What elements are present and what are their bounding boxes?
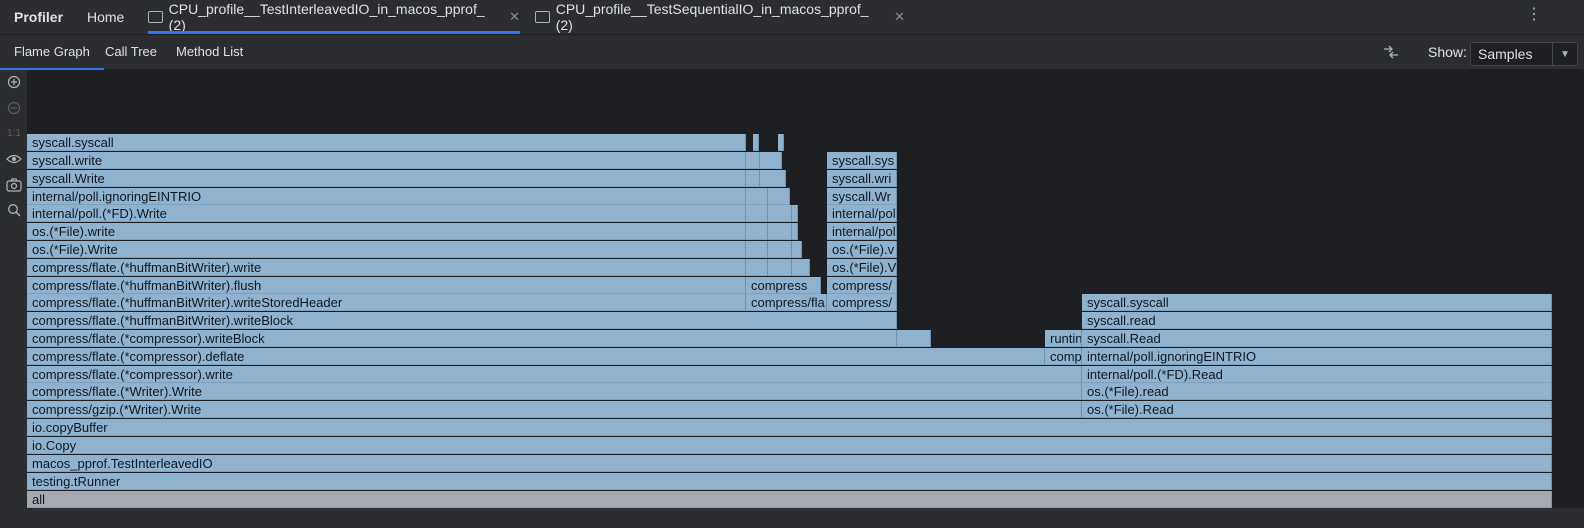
tab-method-list[interactable]: Method List <box>176 44 243 59</box>
flame-frame[interactable] <box>778 134 784 151</box>
flame-frame[interactable]: syscall.read <box>1082 312 1552 329</box>
flame-frame[interactable]: compress/ <box>827 277 897 294</box>
flame-frame[interactable] <box>746 170 760 187</box>
profiler-toolbar: Flame Graph Call Tree Method List Show: <box>0 35 1584 70</box>
flame-frame[interactable]: testing.tRunner <box>27 473 1552 490</box>
collapse-arrows-icon[interactable] <box>1382 43 1400 66</box>
flame-frame[interactable]: internal/poll.(*FD).Read <box>1082 366 1552 383</box>
flame-frame[interactable]: compress/flate.(*huffmanBitWriter).write <box>27 259 746 276</box>
flame-frame[interactable]: os.(*File).Read <box>1082 401 1552 418</box>
flame-frame[interactable] <box>768 205 792 222</box>
flame-frame[interactable] <box>768 259 792 276</box>
show-select[interactable]: Samples ▼ <box>1470 42 1578 66</box>
flame-frame[interactable]: compress/flate.(*huffmanBitWriter).write… <box>27 294 746 311</box>
flame-frame[interactable] <box>746 188 768 205</box>
flame-frame[interactable]: os.(*File).write <box>27 223 746 240</box>
folder-icon <box>535 11 550 23</box>
tab-sequential-profile[interactable]: CPU_profile__TestSequentialIO_in_macos_p… <box>535 0 905 34</box>
flame-frame[interactable]: internal/poll <box>827 223 897 240</box>
show-label: Show: <box>1428 44 1467 60</box>
flame-frame[interactable] <box>746 205 768 222</box>
bottom-strip <box>0 508 1584 528</box>
more-options-icon[interactable]: ⋮ <box>1526 6 1542 24</box>
flame-frame[interactable] <box>746 259 768 276</box>
flame-frame[interactable]: compress/flate.(*huffmanBitWriter).write… <box>27 312 897 329</box>
search-icon[interactable] <box>6 203 22 219</box>
flame-frame[interactable]: compress/flate.(*compressor).write <box>27 366 1082 383</box>
flame-frame[interactable]: internal/poll.(*FD).Write <box>27 205 746 222</box>
flame-frame[interactable] <box>768 223 792 240</box>
close-icon[interactable]: ✕ <box>894 9 905 25</box>
flame-frame[interactable]: compress <box>746 277 821 294</box>
flame-frame[interactable]: os.(*File).v <box>827 241 897 258</box>
flame-frame[interactable] <box>753 134 759 151</box>
profiler-header: Profiler Home CPU_profile__TestInterleav… <box>0 0 1584 35</box>
show-select-value: Samples <box>1478 46 1533 62</box>
flame-frame[interactable]: syscall.Write <box>27 170 746 187</box>
flame-frame[interactable] <box>768 241 792 258</box>
flame-frame[interactable]: syscall.Wr <box>827 188 897 205</box>
flame-frame[interactable]: syscall.write <box>27 152 746 169</box>
flame-frame[interactable]: syscall.syscall <box>27 134 746 151</box>
flame-frame[interactable]: compress/ <box>827 294 897 311</box>
flame-frame[interactable] <box>792 223 798 240</box>
flame-frame[interactable]: syscall.sys <box>827 152 897 169</box>
zoom-in-icon[interactable] <box>6 75 22 91</box>
flame-frame[interactable]: syscall.wri <box>827 170 897 187</box>
flame-frame[interactable] <box>792 205 798 222</box>
flame-graph-side-toolbar: 1:1 <box>0 70 27 528</box>
flame-frame[interactable]: runtin <box>1045 330 1082 347</box>
close-icon[interactable]: ✕ <box>509 9 520 25</box>
flame-frame[interactable]: os.(*File).V <box>827 259 897 276</box>
flame-frame[interactable]: compress/flate.(*compressor).deflate <box>27 348 1045 365</box>
flame-frame[interactable]: io.Copy <box>27 437 1552 454</box>
profiler-title: Profiler <box>14 9 64 25</box>
zoom-out-icon[interactable] <box>6 101 22 117</box>
tab-interleaved-profile[interactable]: CPU_profile__TestInterleavedIO_in_macos_… <box>148 0 520 34</box>
flame-frame[interactable]: os.(*File).Write <box>27 241 746 258</box>
flame-frame[interactable]: compress/flate.(*huffmanBitWriter).flush <box>27 277 746 294</box>
flame-frame[interactable]: syscall.syscall <box>1082 294 1552 311</box>
chevron-down-icon[interactable]: ▼ <box>1552 43 1577 65</box>
folder-icon <box>148 11 163 23</box>
tab-flame-graph[interactable]: Flame Graph <box>0 44 104 70</box>
flame-frame[interactable] <box>792 241 802 258</box>
flame-frame[interactable]: syscall.Read <box>1082 330 1552 347</box>
flame-frame[interactable]: all <box>27 491 1552 508</box>
flame-frame[interactable]: compress/gzip.(*Writer).Write <box>27 401 1082 418</box>
flame-frame[interactable]: compress/flate.(*Writer).Write <box>27 383 1082 400</box>
flame-frame[interactable]: compress/fla <box>746 294 827 311</box>
flame-frame[interactable] <box>760 170 786 187</box>
flame-frame[interactable]: io.copyBuffer <box>27 419 1552 436</box>
tab-call-tree[interactable]: Call Tree <box>105 44 157 59</box>
flame-frame[interactable]: compress/flate.(*compressor).writeBlock <box>27 330 897 347</box>
actual-size-icon[interactable]: 1:1 <box>6 126 22 142</box>
camera-icon[interactable] <box>6 178 22 194</box>
flame-frame[interactable]: macos_pprof.TestInterleavedIO <box>27 455 1552 472</box>
flame-frame[interactable]: internal/poll.ignoringEINTRIO <box>27 188 746 205</box>
flame-frame[interactable]: os.(*File).read <box>1082 383 1552 400</box>
flame-frame[interactable] <box>746 223 768 240</box>
eye-icon[interactable] <box>6 152 22 168</box>
flame-frame[interactable]: internal/poll.ignoringEINTRIO <box>1082 348 1552 365</box>
flame-frame[interactable]: internal/poll <box>827 205 897 222</box>
flame-frame[interactable] <box>746 241 768 258</box>
flame-frame[interactable] <box>897 330 931 347</box>
flame-frame[interactable] <box>760 152 782 169</box>
tab-label: CPU_profile__TestSequentialIO_in_macos_p… <box>555 1 869 33</box>
home-tab[interactable]: Home <box>87 9 124 25</box>
tab-label: CPU_profile__TestInterleavedIO_in_macos_… <box>168 1 485 33</box>
flame-graph-canvas[interactable]: all testing.tRunner macos_pprof.TestInte… <box>27 70 1584 528</box>
flame-frame[interactable] <box>792 259 810 276</box>
flame-frame[interactable] <box>768 188 790 205</box>
flame-frame[interactable]: comp <box>1045 348 1082 365</box>
flame-frame[interactable] <box>746 152 760 169</box>
